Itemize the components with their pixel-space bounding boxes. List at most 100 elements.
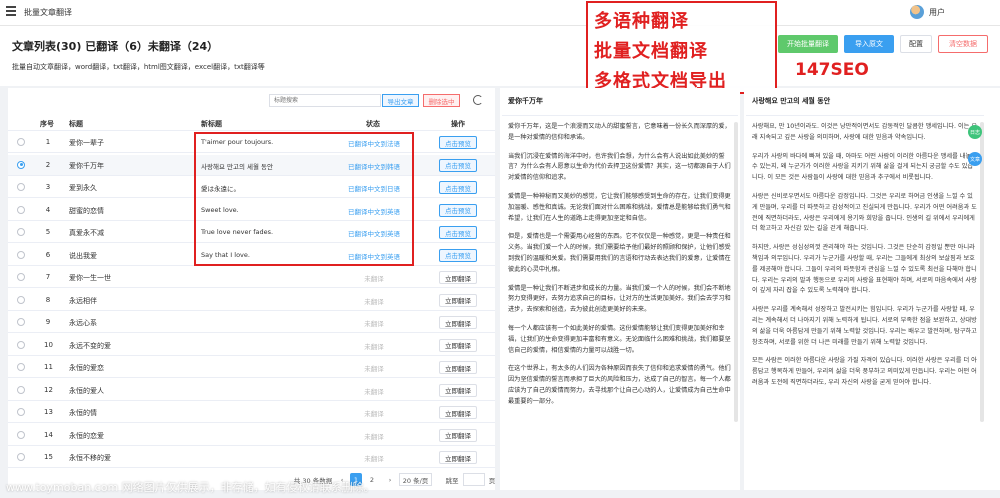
row-select-radio[interactable] bbox=[17, 363, 25, 371]
refresh-icon[interactable] bbox=[473, 95, 483, 105]
original-paragraph: 每一个人都应该有一个如此美好的爱情。这份爱情能够让我们变得更加美好和幸福，让我们… bbox=[508, 324, 731, 354]
row-status: 未翻译 bbox=[364, 387, 384, 396]
table-row[interactable]: 12 永恒的爱人 未翻译 立即翻译 bbox=[8, 380, 495, 401]
table-row[interactable]: 15 永恒不移的爱 未翻译 立即翻译 bbox=[8, 447, 495, 468]
translated-text-panel: 사랑해요 만고의 세월 동안 사랑해요, 만 10년이라도. 이것은 낭만적이면… bbox=[744, 88, 1000, 490]
row-index: 6 bbox=[45, 250, 51, 259]
row-index: 10 bbox=[44, 340, 53, 349]
table-row[interactable]: 13 永恒的情 未翻译 立即翻译 bbox=[8, 402, 495, 423]
row-title: 说出我爱 bbox=[69, 251, 97, 260]
original-scrollbar[interactable] bbox=[734, 122, 738, 422]
original-text-scroll[interactable]: 爱你千万年，这是一个浪漫而又动人的甜蜜誓言，它意味着一份长久而深厚的爱，是一种对… bbox=[502, 115, 738, 485]
preview-button[interactable]: 点击预览 bbox=[439, 158, 477, 172]
original-paragraph: 爱情是一种让我们不断进步和成长的力量。当我们爱一个人的时候，我们会不断地努力变得… bbox=[508, 284, 731, 314]
translation-paragraph: 사랑은 우리를 계속해서 성장하고 발전시키는 힘입니다. 우리가 누군가를 사… bbox=[752, 306, 977, 346]
title-search-input[interactable] bbox=[269, 94, 381, 107]
row-select-radio[interactable] bbox=[17, 340, 25, 349]
table-row[interactable]: 11 永恒的爱恋 未翻译 立即翻译 bbox=[8, 357, 495, 378]
clear-data-button[interactable]: 清空数据 bbox=[938, 35, 988, 53]
row-title: 永恒的恋爱 bbox=[69, 431, 104, 440]
start-batch-translate-button[interactable]: 开始批量翻译 bbox=[778, 35, 838, 53]
translate-now-button[interactable]: 立即翻译 bbox=[439, 428, 477, 442]
row-select-radio[interactable] bbox=[17, 408, 25, 416]
row-select-radio[interactable] bbox=[17, 273, 25, 281]
row-index: 2 bbox=[45, 160, 51, 169]
table-row[interactable]: 10 永远不变的爱 未翻译 立即翻译 bbox=[8, 335, 495, 356]
row-title: 永恒的爱人 bbox=[69, 386, 104, 395]
row-select-radio[interactable] bbox=[17, 318, 25, 326]
original-paragraph: 爱情是一种神秘而又美妙的感觉，它让我们能够感受到生命的存在，让我们变得更加温暖、… bbox=[508, 192, 731, 222]
row-index: 4 bbox=[45, 205, 51, 214]
row-select-radio[interactable] bbox=[17, 430, 25, 439]
row-index: 14 bbox=[44, 430, 53, 439]
row-index: 5 bbox=[45, 228, 51, 236]
original-heading: 爱你千万年 bbox=[508, 97, 543, 105]
app-title: 批量文章翻译 bbox=[24, 8, 72, 17]
header-index: 序号 bbox=[40, 120, 54, 128]
preview-button[interactable]: 点击预览 bbox=[439, 203, 477, 217]
row-title: 永恒的情 bbox=[69, 409, 97, 417]
row-status: 未翻译 bbox=[364, 455, 384, 463]
watermark-text: www.toymoban.com 网络图片仅供展示，非存储，如有侵权请联系删除。 bbox=[6, 481, 375, 494]
row-select-radio[interactable] bbox=[17, 295, 25, 304]
translate-now-button[interactable]: 立即翻译 bbox=[439, 293, 477, 307]
row-index: 7 bbox=[45, 273, 51, 281]
row-index: 15 bbox=[44, 453, 53, 461]
import-source-button[interactable]: 导入原文 bbox=[844, 35, 894, 53]
row-index: 11 bbox=[44, 363, 53, 371]
row-index: 1 bbox=[45, 138, 51, 146]
translate-now-button[interactable]: 立即翻译 bbox=[439, 406, 477, 419]
delete-selected-button[interactable]: 删除选中 bbox=[423, 94, 460, 107]
header-action: 操作 bbox=[451, 120, 465, 128]
translate-now-button[interactable]: 立即翻译 bbox=[439, 316, 477, 329]
user-label[interactable]: 用户 bbox=[929, 7, 945, 18]
row-select-radio[interactable] bbox=[17, 385, 25, 394]
row-select-radio[interactable] bbox=[17, 453, 25, 461]
translated-rows-highlight bbox=[194, 132, 414, 266]
translate-now-button[interactable]: 立即翻译 bbox=[439, 383, 477, 397]
row-title: 永远相伴 bbox=[69, 296, 97, 305]
table-row[interactable]: 8 永远相伴 未翻译 立即翻译 bbox=[8, 290, 495, 311]
original-paragraph: 爱你千万年，这是一个浪漫而又动人的甜蜜誓言，它意味着一份长久而深厚的爱，是一种对… bbox=[508, 123, 731, 141]
translate-now-button[interactable]: 立即翻译 bbox=[439, 451, 477, 464]
row-title: 永恒的爱恋 bbox=[69, 364, 104, 372]
row-index: 12 bbox=[44, 385, 53, 394]
row-title: 甜蜜的恋情 bbox=[69, 206, 104, 215]
preview-button[interactable]: 点击预览 bbox=[439, 136, 477, 149]
original-paragraph: 但是，爱情也是一个需要用心经营的东西。它不仅仅是一种感觉，更是一种责任和义务。当… bbox=[508, 233, 731, 273]
translation-scrollbar[interactable] bbox=[980, 122, 984, 422]
row-select-radio[interactable] bbox=[17, 205, 25, 214]
log-float-button[interactable]: 日志 bbox=[968, 125, 982, 139]
preview-button[interactable]: 点击预览 bbox=[439, 248, 477, 262]
header-new-title: 新标题 bbox=[201, 120, 222, 128]
table-row[interactable]: 14 永恒的恋爱 未翻译 立即翻译 bbox=[8, 425, 495, 446]
preview-button[interactable]: 点击预览 bbox=[439, 181, 477, 194]
export-articles-button[interactable]: 导出文章 bbox=[382, 94, 419, 107]
user-avatar[interactable] bbox=[910, 5, 924, 19]
table-row[interactable]: 7 爱你一生一世 未翻译 立即翻译 bbox=[8, 267, 495, 288]
row-select-radio[interactable] bbox=[17, 138, 25, 146]
row-select-radio[interactable] bbox=[17, 160, 25, 169]
row-status: 未翻译 bbox=[364, 365, 384, 373]
row-select-radio[interactable] bbox=[17, 250, 25, 259]
row-select-radio[interactable] bbox=[17, 228, 25, 236]
table-header: 序号 标题 新标题 状态 操作 bbox=[8, 115, 495, 131]
row-status: 未翻译 bbox=[364, 432, 384, 441]
translate-now-button[interactable]: 立即翻译 bbox=[439, 338, 477, 352]
row-title: 爱你一辈子 bbox=[69, 139, 104, 147]
row-status: 未翻译 bbox=[364, 297, 384, 306]
original-text-panel: 爱你千万年 爱你千万年，这是一个浪漫而又动人的甜蜜誓言，它意味着一份长久而深厚的… bbox=[500, 88, 740, 490]
translation-paragraph: 사랑은 신비로우면서도 아름다운 감정입니다. 그것은 우리로 하여금 인생을 … bbox=[752, 192, 977, 233]
row-index: 13 bbox=[44, 408, 53, 416]
feature-line-2: 批量文档翻译 bbox=[594, 41, 708, 62]
table-row[interactable]: 9 永远心系 未翻译 立即翻译 bbox=[8, 312, 495, 333]
preview-button[interactable]: 点击预览 bbox=[439, 226, 477, 239]
translate-now-button[interactable]: 立即翻译 bbox=[439, 361, 477, 374]
article-float-button[interactable]: 文章 bbox=[968, 152, 982, 166]
translate-now-button[interactable]: 立即翻译 bbox=[439, 271, 477, 284]
translation-paragraph: 하지만, 사랑은 성심성의껏 관리해야 하는 것입니다. 그것은 단순히 감정일… bbox=[752, 244, 977, 295]
hamburger-menu-icon[interactable] bbox=[6, 6, 16, 16]
config-button[interactable]: 配置 bbox=[900, 35, 932, 53]
translation-text-scroll[interactable]: 사랑해요, 만 10년이라도. 이것은 낭만적이면서도 감동적인 달콤한 맹세입… bbox=[746, 115, 984, 485]
row-select-radio[interactable] bbox=[17, 183, 25, 191]
